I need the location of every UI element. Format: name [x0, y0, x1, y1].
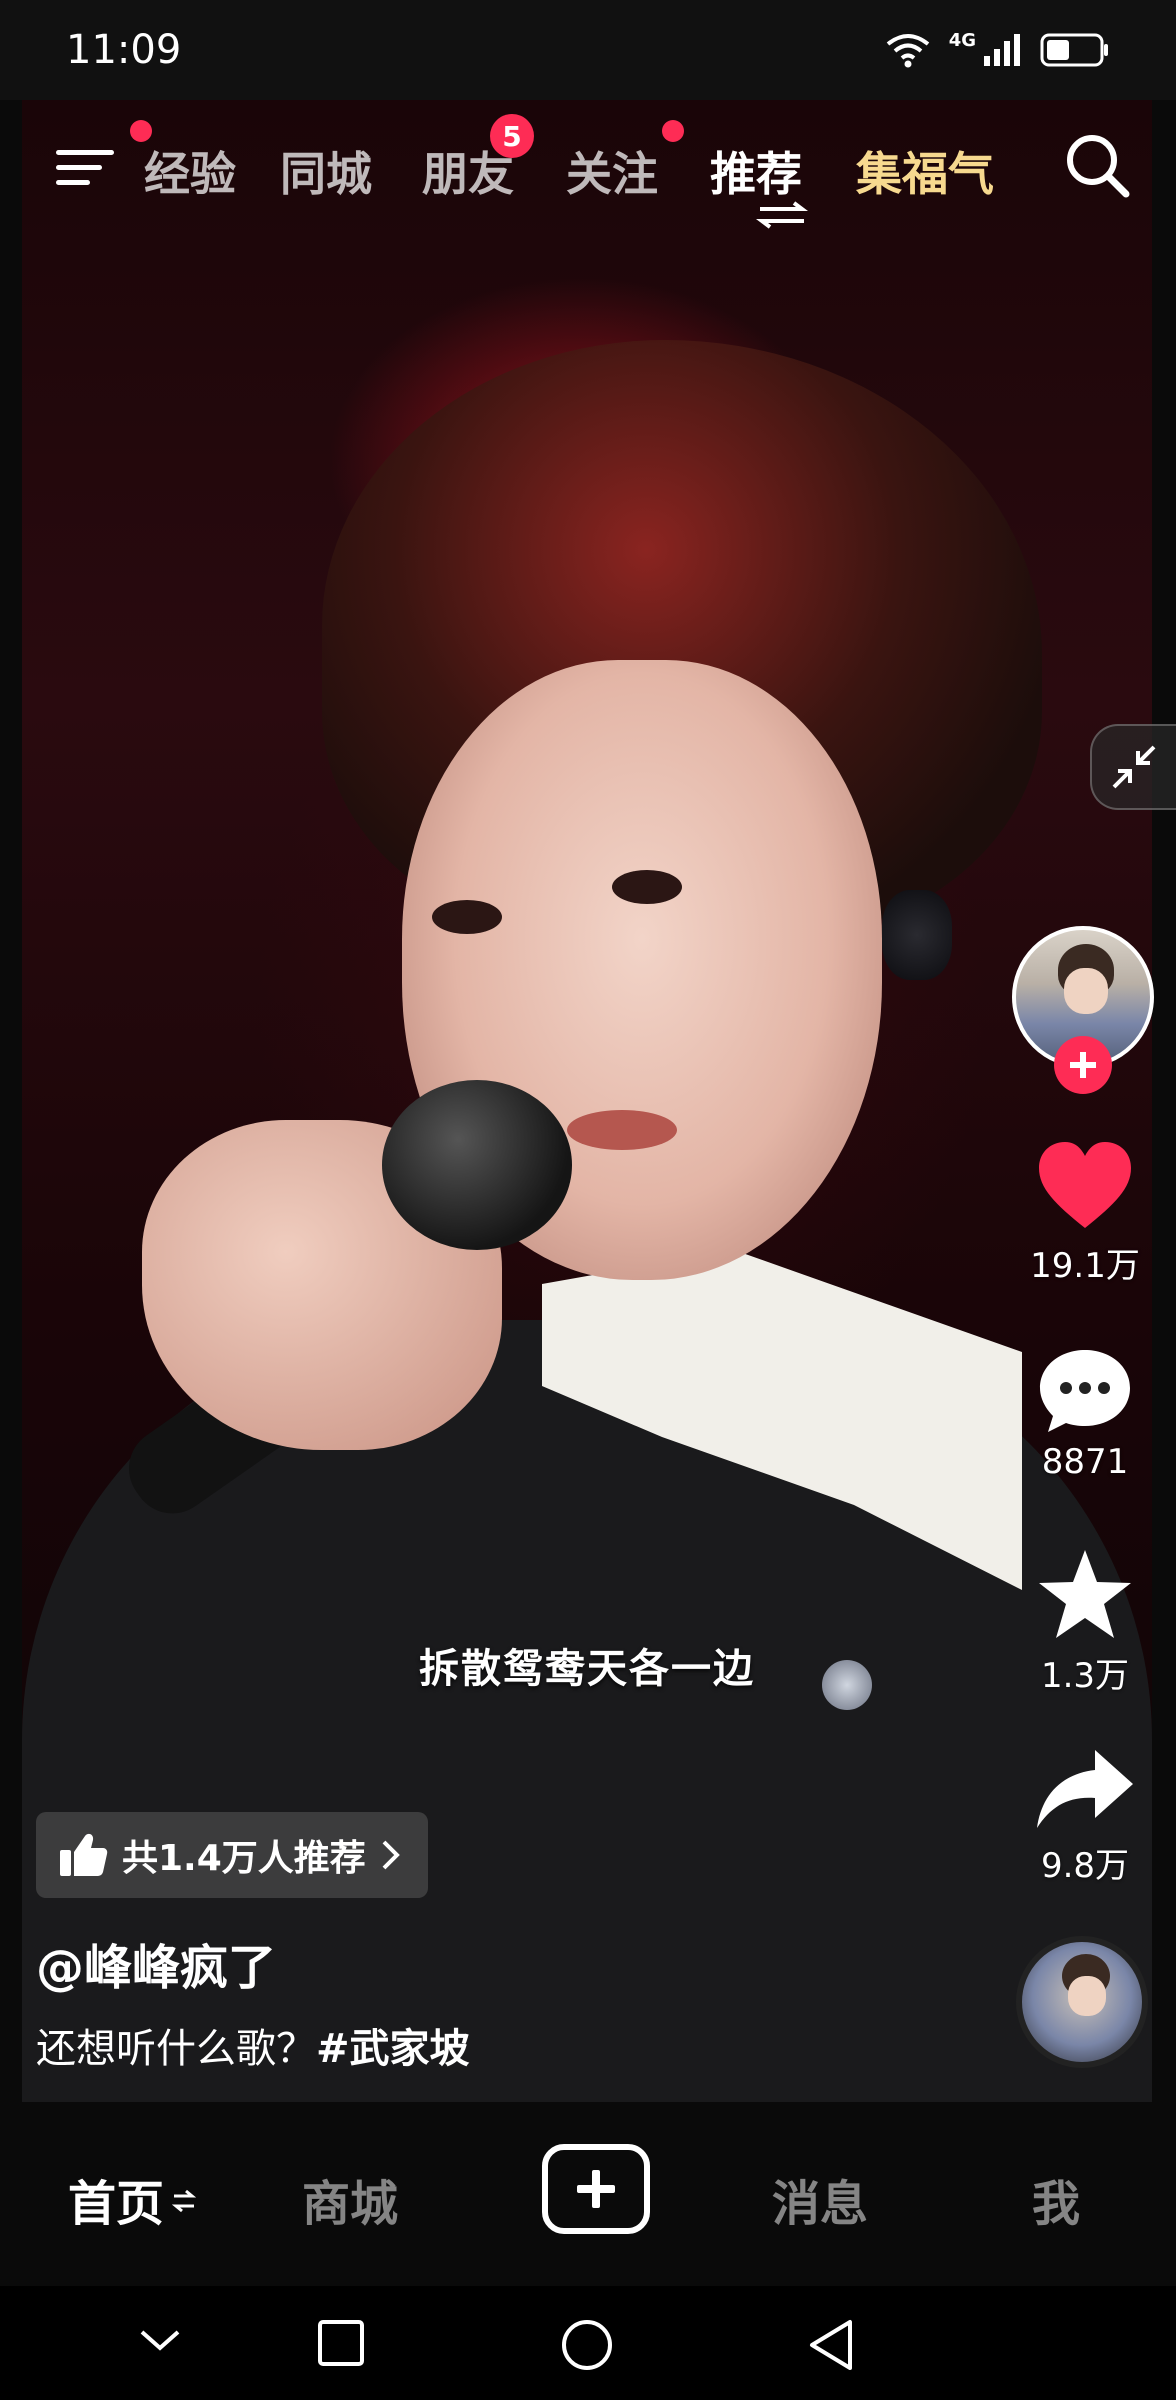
battery-icon [1040, 33, 1108, 67]
home-icon[interactable] [560, 2318, 614, 2372]
description-text: 还想听什么歌？ [36, 2026, 316, 2072]
bottom-tab-messages[interactable]: 消息 [772, 2164, 868, 2234]
tab-recommend[interactable]: 推荐 [710, 138, 802, 204]
tab-experience[interactable]: 经验 [144, 138, 236, 204]
avatar-face [1064, 968, 1108, 1014]
share-count: 9.8万 [1040, 1846, 1130, 1886]
bottom-tab-home[interactable]: 首页 [68, 2164, 164, 2234]
favorite-count: 1.3万 [1040, 1656, 1130, 1696]
tab-collect-fortune[interactable]: 集福气 [856, 138, 994, 204]
hashtag-link[interactable]: #武家坡 [316, 2026, 470, 2072]
tab-nearby[interactable]: 同城 [280, 138, 372, 204]
status-bar: 11:09 4G [0, 0, 1176, 100]
plus-icon [1070, 1052, 1096, 1078]
create-button[interactable] [542, 2144, 650, 2234]
video-figure-eye [612, 870, 682, 904]
menu-icon[interactable] [54, 138, 118, 198]
bottom-tab-me[interactable]: 我 [1032, 2164, 1080, 2234]
heart-icon [1039, 1142, 1131, 1228]
back-icon[interactable] [806, 2318, 856, 2372]
search-icon[interactable] [1062, 130, 1132, 200]
share-icon [1037, 1750, 1133, 1828]
video-figure-eye [432, 900, 502, 934]
collapse-button[interactable] [1090, 724, 1176, 810]
system-nav-bar [0, 2286, 1176, 2400]
signal-icon [984, 34, 1020, 66]
recents-icon[interactable] [316, 2318, 366, 2368]
friends-badge: 5 [490, 114, 534, 158]
comment-action[interactable]: 8871 [1012, 1346, 1158, 1482]
swap-icon [172, 2189, 196, 2213]
wifi-icon [886, 34, 929, 68]
collapse-icon [1112, 745, 1156, 789]
author-name[interactable]: @峰峰疯了 [36, 1928, 276, 1998]
swap-icon [756, 201, 808, 229]
favorite-action[interactable]: 1.3万 [1012, 1546, 1158, 1697]
like-count: 19.1万 [1030, 1246, 1140, 1286]
network-type: 4G [948, 30, 976, 51]
chevron-right-icon [382, 1840, 400, 1870]
status-time: 11:09 [66, 27, 182, 73]
chevron-down-icon[interactable] [138, 2318, 182, 2362]
star-icon [1039, 1550, 1131, 1638]
video-player[interactable]: 拆散鸳鸯天各一边 [22, 100, 1152, 2102]
status-icons: 4G [885, 30, 1110, 68]
bottom-tab-bar: 首页 商城 消息 我 [0, 2102, 1176, 2286]
video-subtitle: 拆散鸳鸯天各一边 [419, 1646, 755, 1692]
video-figure-mouth [567, 1110, 677, 1150]
comment-icon [1040, 1350, 1130, 1432]
video-microphone-head [382, 1080, 572, 1250]
comment-count: 8871 [1041, 1442, 1129, 1482]
plus-icon [577, 2170, 615, 2208]
recommend-pill[interactable]: 共1.4万人推荐 [36, 1812, 428, 1898]
recommend-text: 共1.4万人推荐 [122, 1838, 366, 1879]
video-description: 还想听什么歌？#武家坡 [36, 2016, 470, 2074]
follow-button[interactable] [1054, 1036, 1112, 1094]
disc-cover-face [1068, 1976, 1106, 2016]
share-action[interactable]: 9.8万 [1012, 1746, 1158, 1887]
top-nav: 经验 同城 朋友 5 关注 推荐 集福气 [22, 100, 1152, 240]
music-disc[interactable] [1016, 1936, 1148, 2068]
tab-following[interactable]: 关注 [566, 138, 658, 204]
video-figure-earpiece [882, 890, 952, 980]
like-action[interactable]: 19.1万 [1012, 1140, 1158, 1287]
thumbs-up-icon [60, 1833, 108, 1876]
bottom-tab-mall[interactable]: 商城 [302, 2164, 398, 2234]
following-notification-dot [662, 120, 684, 142]
